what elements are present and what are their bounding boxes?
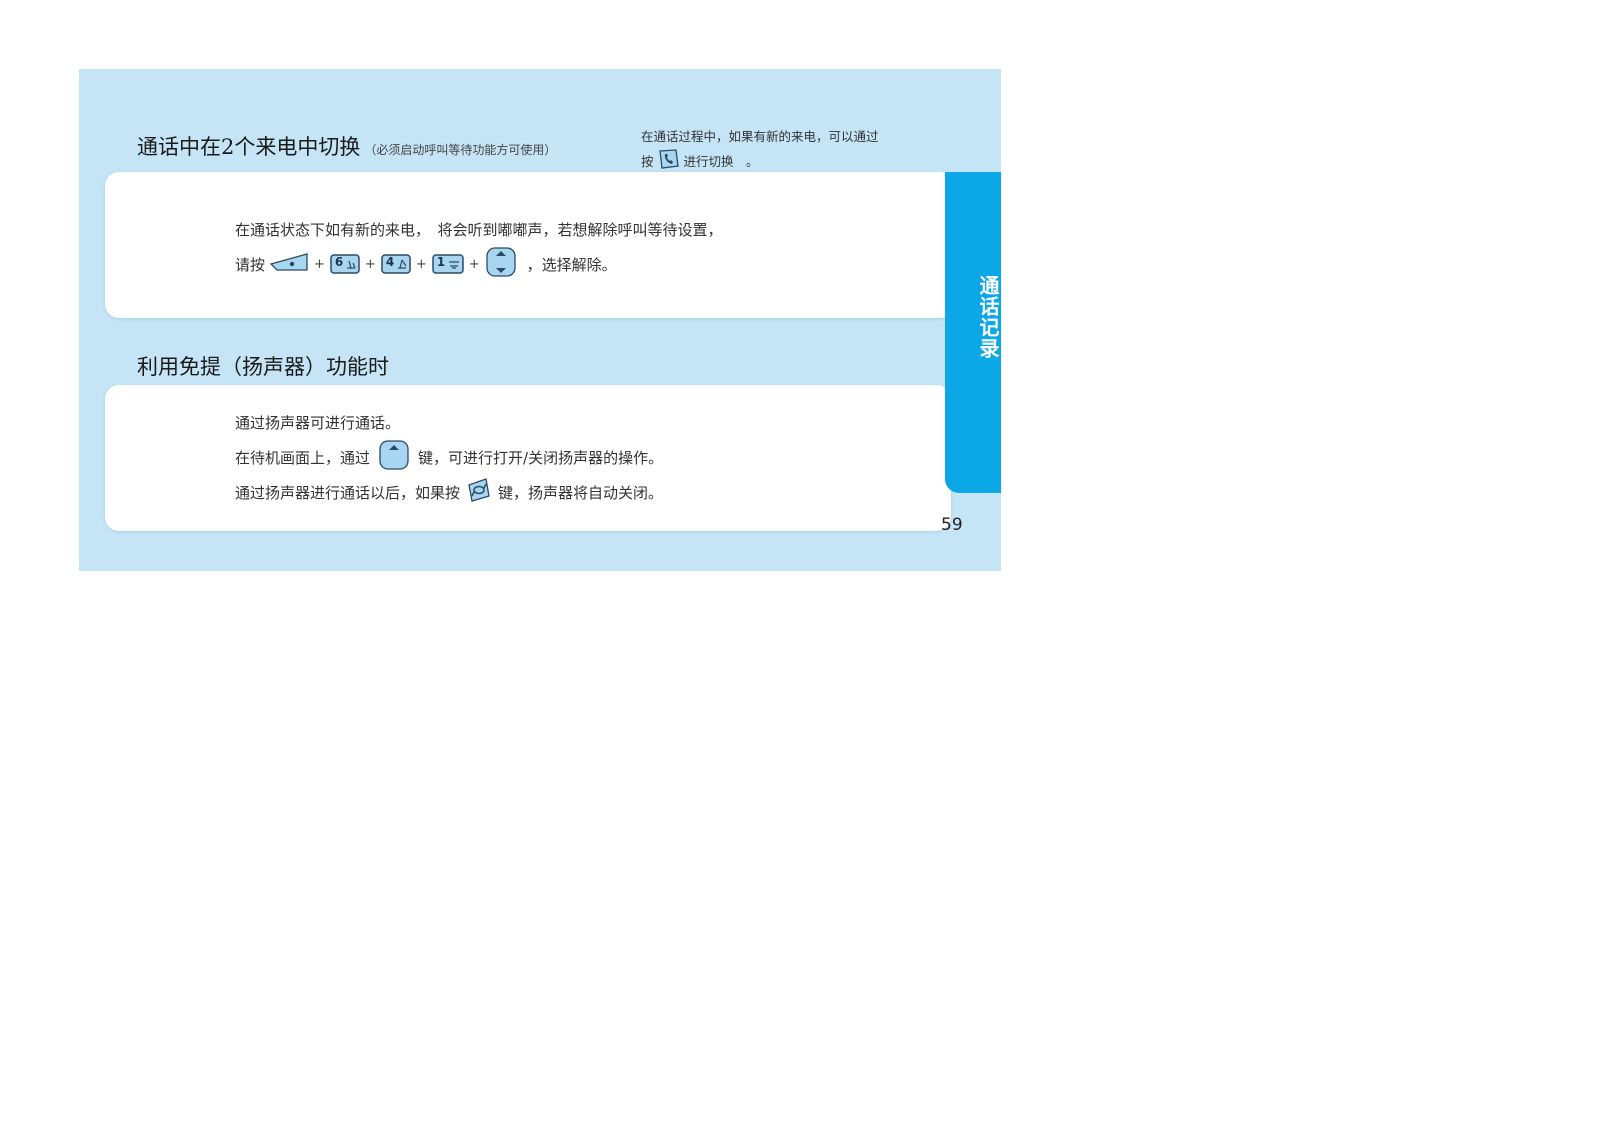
side-tab-label: 通话记录 (976, 275, 1000, 359)
key-6-label: 6 (334, 255, 344, 269)
key-4-label: 4 (385, 255, 395, 269)
plus-sign: + (415, 256, 427, 272)
key-6-icon: 6 (330, 254, 360, 274)
nav-up-key-icon (378, 439, 410, 475)
side-tab-call-log: 通话记录 (945, 172, 1001, 493)
key-1-icon: 1 (431, 254, 464, 274)
section2-para3-post: 键，扬声器将自动关闭。 (498, 483, 664, 502)
section2-para3-pre: 通过扬声器进行通话以后，如果按 (235, 483, 461, 502)
section1-para2-post: ，选择解除。 (526, 255, 617, 274)
section1-note: 在通话过程中，如果有新的来电，可以通过 按 进行切换 。 (641, 125, 941, 177)
section2-para2-pre: 在待机画面上，通过 (235, 448, 371, 467)
key-1-label: 1 (436, 255, 446, 269)
note-line-2-post: 进行切换 。 (683, 154, 759, 169)
section1-para2-pre: 请按 (235, 255, 266, 274)
plus-sign: + (364, 256, 376, 272)
end-call-key-icon (466, 477, 492, 507)
section2-para3: 通过扬声器进行通话以后，如果按 键，扬声器将自动关闭。 (235, 475, 663, 509)
plus-sign: + (468, 256, 480, 272)
plus-sign: + (314, 256, 325, 272)
section1-title-text: 通话中在2个来电中切换 (137, 135, 361, 159)
section2-title: 利用免提（扬声器）功能时 (137, 355, 389, 379)
note-line-2-pre: 按 (641, 154, 654, 169)
key-4-icon: 4 (381, 254, 411, 274)
section2-para2-post: 键，可进行打开/关闭扬声器的操作。 (418, 448, 664, 467)
note-line-1: 在通话过程中，如果有新的来电，可以通过 (641, 129, 879, 144)
section1-para1: 在通话状态下如有新的来电， 将会听到嘟嘟声，若想解除呼叫等待设置， (235, 220, 723, 239)
soft-key-left-icon (269, 251, 309, 277)
section1-title: 通话中在2个来电中切换 （必须启动呼叫等待功能方可使用） (137, 131, 556, 161)
manual-page: 通话中在2个来电中切换 （必须启动呼叫等待功能方可使用） 在通话过程中，如果有新的… (79, 69, 1001, 571)
section2-para1: 通过扬声器可进行通话。 (235, 413, 401, 432)
section1-subtitle: （必须启动呼叫等待功能方可使用） (364, 143, 557, 157)
nav-updown-key-icon (485, 246, 517, 282)
section1-para2: 请按 + 6 + 4 + 1 + ，选择解除。 (235, 247, 617, 281)
section2-para2: 在待机画面上，通过 键，可进行打开/关闭扬声器的操作。 (235, 440, 663, 474)
page-number: 59 (941, 515, 963, 535)
section2-panel: 通过扬声器可进行通话。 在待机画面上，通过 键，可进行打开/关闭扬声器的操作。 … (105, 385, 951, 531)
section1-panel: 在通话状态下如有新的来电， 将会听到嘟嘟声，若想解除呼叫等待设置， 请按 + 6… (105, 172, 955, 318)
